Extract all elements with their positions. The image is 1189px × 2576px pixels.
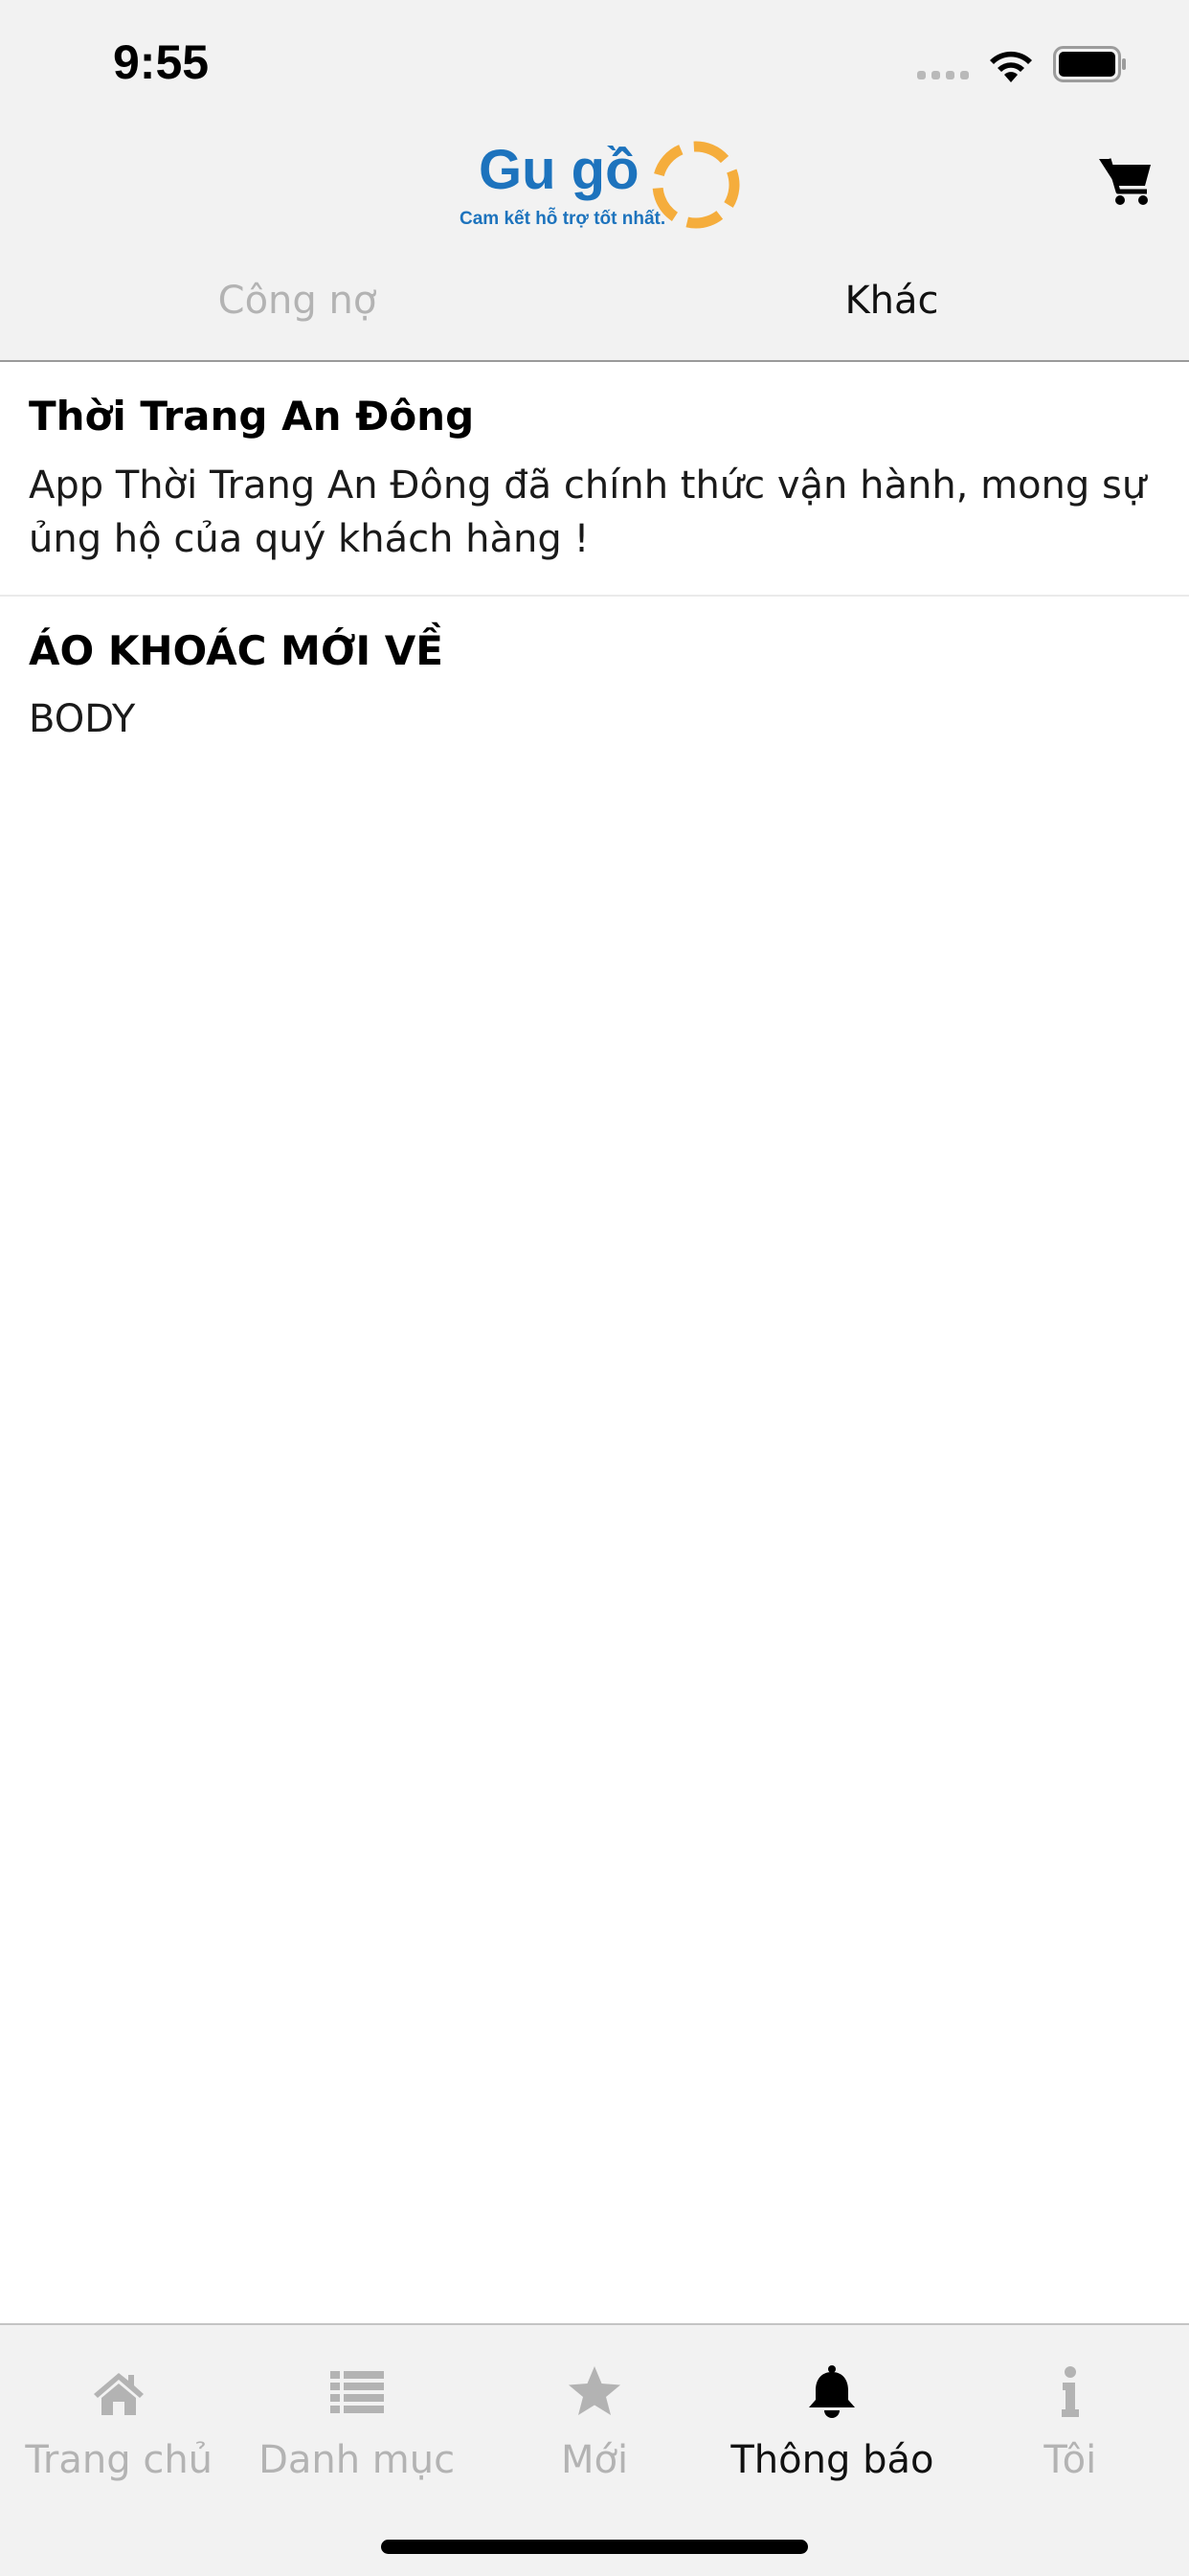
info-icon [1061,2366,1079,2417]
tabbar-item-home[interactable]: Trang chủ [0,2325,237,2497]
app-logo[interactable]: Gu gồ Cam kết hỗ trợ tốt nhất. [450,132,747,237]
tab-khac[interactable]: Khác [594,259,1189,360]
home-indicator [381,2540,808,2554]
logo-tagline: Cam kết hỗ trợ tốt nhất. [460,209,666,229]
status-time: 9:55 [113,35,210,89]
tabbar-item-new[interactable]: Mới [476,2325,713,2497]
tabbar-label: Thông báo [730,2438,934,2482]
home-icon [94,2373,145,2415]
tab-cong-no[interactable]: Công nợ [0,259,594,360]
segment-tabs: Công nợ Khác [0,259,1189,362]
cellular-signal-icon [917,71,969,79]
wifi-icon [990,51,1032,82]
tabbar-label: Tôi [1043,2438,1097,2482]
bottom-tab-bar: Trang chủ Danh mục Mới Thông báo Tôi [0,2323,1189,2576]
logo-ring-icon [652,141,740,229]
notification-body: BODY [29,697,136,742]
notification-title: Thời Trang An Đông [29,393,475,440]
tabbar-label: Trang chủ [25,2438,213,2482]
status-bar: 9:55 [0,0,1189,124]
tabbar-item-category[interactable]: Danh mục [237,2325,475,2497]
bell-icon [809,2365,856,2418]
tabbar-item-notifications[interactable]: Thông báo [713,2325,951,2497]
notification-body: App Thời Trang An Đông đã chính thức vận… [29,463,1147,561]
notification-list: Thời Trang An Đông App Thời Trang An Đôn… [0,362,1189,775]
star-icon [569,2366,621,2415]
logo-name: Gu gồ [479,139,639,201]
header: Gu gồ Cam kết hỗ trợ tốt nhất. [0,124,1189,259]
list-icon [329,2371,384,2413]
tabbar-item-me[interactable]: Tôi [952,2325,1189,2497]
cart-icon[interactable] [1097,153,1155,207]
notification-title: ÁO KHOÁC MỚI VỀ [29,626,443,674]
tabbar-label: Danh mục [258,2438,456,2482]
battery-icon [1053,46,1126,82]
notification-item[interactable]: Thời Trang An Đông App Thời Trang An Đôn… [0,362,1189,597]
tabbar-label: Mới [560,2438,629,2482]
notification-item[interactable]: ÁO KHOÁC MỚI VỀ BODY [0,597,1189,776]
